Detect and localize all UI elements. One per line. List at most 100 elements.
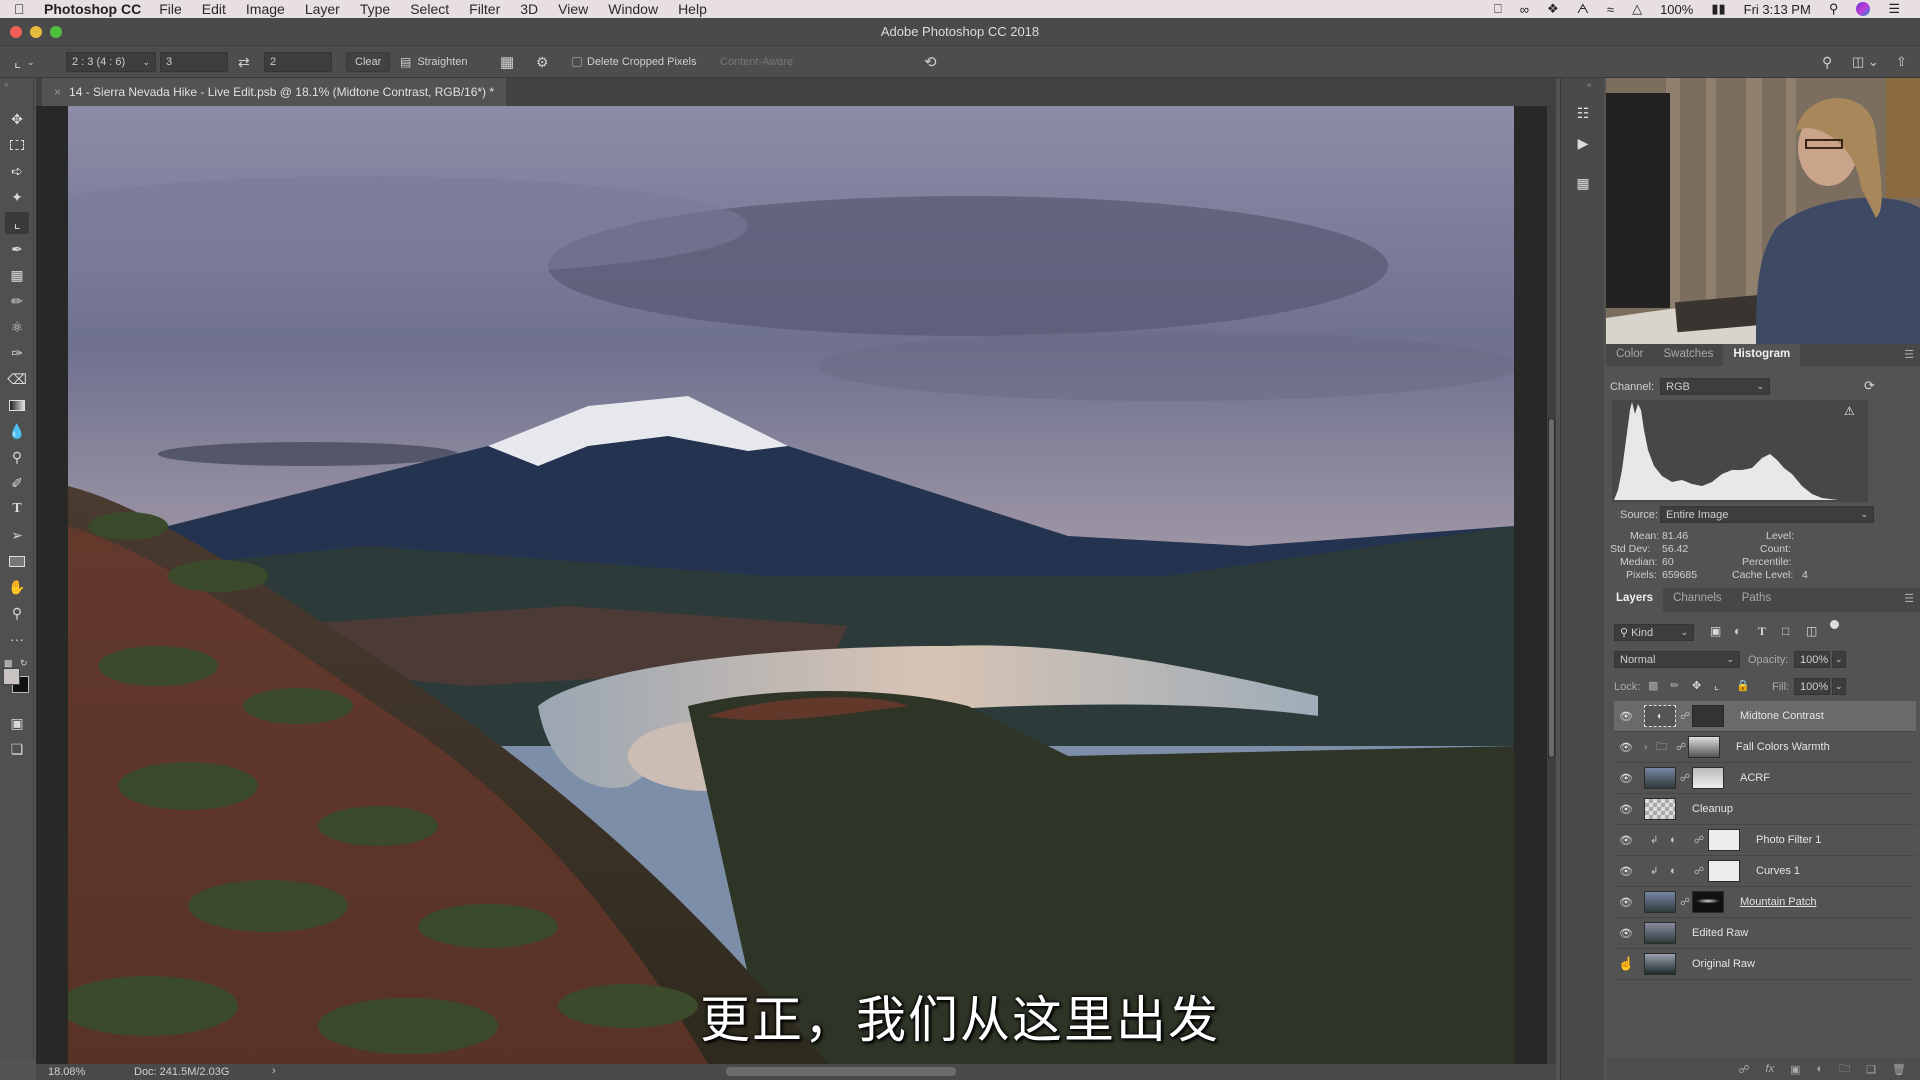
- filter-smart-objects-icon[interactable]: ◫: [1806, 624, 1817, 638]
- horizontal-scrollbar-thumb[interactable]: [726, 1067, 956, 1076]
- app-menu[interactable]: Photoshop CC: [44, 1, 141, 17]
- creative-cloud-icon[interactable]: ∞: [1520, 2, 1529, 17]
- path-selection-tool-icon[interactable]: ➢: [5, 524, 29, 546]
- lock-transparent-pixels-icon[interactable]: ▩: [1648, 679, 1658, 692]
- vertical-scrollbar-thumb[interactable]: [1548, 418, 1555, 758]
- menu-type[interactable]: Type: [360, 1, 390, 17]
- crop-width-input[interactable]: 3: [160, 52, 228, 72]
- opacity-input[interactable]: 100%: [1794, 651, 1830, 668]
- crop-tool-preset-picker[interactable]: ⌞ ⌄: [14, 52, 35, 72]
- spotlight-search-icon[interactable]: ⚲: [1829, 1, 1839, 17]
- type-tool-icon[interactable]: T: [5, 498, 29, 520]
- more-tools-icon[interactable]: ···: [5, 628, 29, 650]
- history-brush-tool-icon[interactable]: ✑: [5, 342, 29, 364]
- layer-row[interactable]: 👁 ◐ ☍ Midtone Contrast: [1614, 701, 1916, 732]
- source-select[interactable]: Entire Image ⌄: [1660, 506, 1874, 523]
- menu-file[interactable]: File: [159, 1, 182, 17]
- clear-button[interactable]: Clear: [346, 52, 391, 72]
- vertical-scrollbar[interactable]: [1547, 106, 1556, 1064]
- lock-artboard-icon[interactable]: ⌞: [1714, 679, 1719, 692]
- screen-mode-icon[interactable]: ❏: [5, 738, 29, 760]
- filter-shape-layers-icon[interactable]: □: [1782, 624, 1789, 638]
- blend-mode-select[interactable]: Normal ⌄: [1614, 651, 1740, 668]
- opacity-slider-toggle[interactable]: ⌄: [1832, 651, 1846, 668]
- menu-view[interactable]: View: [558, 1, 588, 17]
- filter-pixel-layers-icon[interactable]: ▣: [1710, 624, 1721, 638]
- clone-stamp-tool-icon[interactable]: ⚛: [5, 316, 29, 338]
- move-tool-icon[interactable]: ✥: [5, 108, 29, 130]
- battery-icon[interactable]: ▮▮: [1711, 1, 1725, 17]
- straighten-button[interactable]: ▤ Straighten: [400, 52, 468, 72]
- layer-filter-kind-select[interactable]: ⚲ Kind ⌄: [1614, 624, 1694, 641]
- document-tab[interactable]: × 14 - Sierra Nevada Hike - Live Edit.ps…: [42, 78, 507, 106]
- swap-dimensions-icon[interactable]: ⇄: [238, 52, 250, 72]
- wifi-icon[interactable]: ≈: [1607, 2, 1614, 17]
- siri-icon[interactable]: [1856, 2, 1871, 16]
- expand-toolbar-icon[interactable]: »: [4, 80, 8, 89]
- brush-tool-icon[interactable]: ✏: [5, 290, 29, 312]
- ratio-preset-select[interactable]: 2 : 3 (4 : 6) ⌄: [66, 52, 156, 72]
- share-icon[interactable]: ⇧: [1896, 52, 1907, 72]
- new-group-icon[interactable]: 🗀: [1839, 1060, 1850, 1079]
- visibility-eye-icon[interactable]: 👁: [1618, 803, 1634, 816]
- tab-paths[interactable]: Paths: [1732, 588, 1781, 612]
- crop-tool-icon[interactable]: ⌞: [5, 212, 29, 234]
- lock-all-icon[interactable]: 🔒: [1736, 679, 1750, 692]
- tab-color[interactable]: Color: [1606, 344, 1653, 366]
- clock[interactable]: Fri 3:13 PM: [1744, 2, 1811, 17]
- layer-row[interactable]: 👁 › 🗀 ☍ Fall Colors Warmth: [1614, 732, 1916, 763]
- menu-select[interactable]: Select: [410, 1, 449, 17]
- foreground-color-swatch[interactable]: [3, 668, 20, 685]
- overlay-grid-icon[interactable]: ▦: [500, 52, 514, 72]
- menu-3d[interactable]: 3D: [520, 1, 538, 17]
- collapse-panels-icon[interactable]: «: [1587, 80, 1591, 89]
- gear-icon[interactable]: ⚙: [536, 52, 549, 72]
- actions-play-icon[interactable]: ▶: [1569, 130, 1597, 156]
- canvas-area[interactable]: [36, 106, 1556, 1064]
- search-icon[interactable]: ⚲: [1822, 52, 1832, 72]
- visibility-eye-icon[interactable]: 👁: [1618, 865, 1634, 878]
- layer-style-fx-icon[interactable]: fx: [1766, 1063, 1775, 1075]
- new-adjustment-layer-icon[interactable]: ◐: [1817, 1063, 1824, 1075]
- hand-tool-icon[interactable]: ✋: [5, 576, 29, 598]
- bluetooth-icon[interactable]: ᗅ: [1577, 1, 1589, 17]
- pen-tool-icon[interactable]: ✐: [5, 472, 29, 494]
- gradient-tool-icon[interactable]: [5, 394, 29, 416]
- dropbox-icon[interactable]: ❖: [1547, 1, 1559, 17]
- rectangle-tool-icon[interactable]: [5, 550, 29, 572]
- lock-image-pixels-icon[interactable]: ✏: [1670, 679, 1679, 692]
- fill-slider-toggle[interactable]: ⌄: [1832, 678, 1846, 695]
- marquee-tool-icon[interactable]: [5, 134, 29, 156]
- eraser-tool-icon[interactable]: ⌫: [5, 368, 29, 390]
- menu-image[interactable]: Image: [246, 1, 285, 17]
- refresh-histogram-icon[interactable]: ⟳: [1864, 378, 1875, 394]
- lasso-tool-icon[interactable]: ➪: [5, 160, 29, 182]
- visibility-eye-icon[interactable]: 👁: [1618, 834, 1634, 847]
- menu-help[interactable]: Help: [678, 1, 707, 17]
- layer-row[interactable]: 👁 ↲ ◐ ☍ Curves 1: [1614, 856, 1916, 887]
- link-layers-icon[interactable]: ☍: [1738, 1063, 1749, 1076]
- new-layer-icon[interactable]: ❏: [1866, 1063, 1876, 1076]
- history-panel-icon[interactable]: ☷: [1569, 100, 1597, 126]
- blur-tool-icon[interactable]: 💧: [5, 420, 29, 442]
- visibility-eye-icon[interactable]: 👁: [1618, 710, 1634, 723]
- tab-channels[interactable]: Channels: [1663, 588, 1732, 612]
- content-aware-checkbox-label[interactable]: Content-Aware: [720, 52, 793, 72]
- layer-row[interactable]: 👁 ☍ Mountain Patch: [1614, 887, 1916, 918]
- hand-pointer-cursor-icon[interactable]: ☝: [1618, 956, 1634, 972]
- filter-toggle-icon[interactable]: [1830, 620, 1839, 629]
- eyedropper-tool-icon[interactable]: ✒: [5, 238, 29, 260]
- visibility-eye-icon[interactable]: 👁: [1618, 896, 1634, 909]
- panel-menu-icon[interactable]: ☰: [1904, 592, 1914, 605]
- panel-menu-icon[interactable]: ☰: [1904, 348, 1914, 361]
- notification-center-icon[interactable]: ☰: [1888, 1, 1900, 17]
- magic-wand-tool-icon[interactable]: ✦: [5, 186, 29, 208]
- add-layer-mask-icon[interactable]: ▣: [1790, 1063, 1800, 1076]
- tab-swatches[interactable]: Swatches: [1653, 344, 1723, 366]
- display-power-icon[interactable]: ⎕: [1494, 1, 1502, 17]
- layer-row[interactable]: ☝ Original Raw: [1614, 949, 1916, 980]
- menu-layer[interactable]: Layer: [305, 1, 340, 17]
- warning-icon[interactable]: ⚠: [1844, 404, 1855, 418]
- delete-cropped-pixels-checkbox[interactable]: Delete Cropped Pixels: [572, 52, 696, 72]
- visibility-eye-icon[interactable]: 👁: [1618, 927, 1634, 940]
